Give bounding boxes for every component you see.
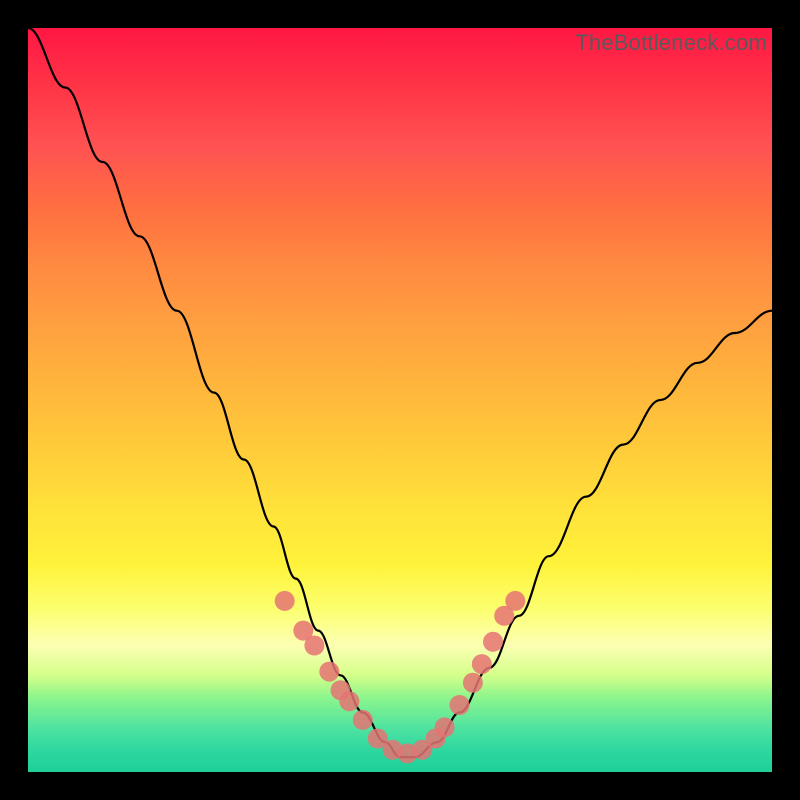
marker-dot	[339, 691, 359, 711]
plot-area	[28, 28, 772, 772]
watermark-text: TheBottleneck.com	[575, 30, 767, 56]
marker-dot	[353, 710, 373, 730]
marker-dot	[472, 654, 492, 674]
marker-dot	[483, 632, 503, 652]
marker-dot	[275, 591, 295, 611]
marker-dot	[319, 662, 339, 682]
marker-dot	[463, 673, 483, 693]
chart-svg	[28, 28, 772, 772]
marker-dot	[435, 717, 455, 737]
marker-dot	[450, 695, 470, 715]
marker-dot	[505, 591, 525, 611]
bottleneck-curve	[28, 28, 772, 757]
marker-dot	[304, 636, 324, 656]
chart-frame: TheBottleneck.com	[0, 0, 800, 800]
marker-group	[275, 591, 526, 764]
